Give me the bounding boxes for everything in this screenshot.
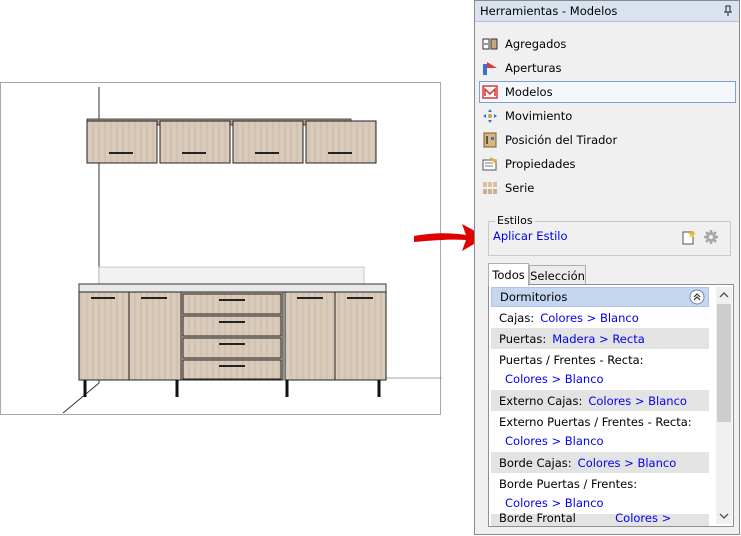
tool-label: Propiedades: [505, 157, 576, 171]
property-value-link[interactable]: Madera > Recta: [552, 332, 645, 346]
tab-seleccion[interactable]: Selección: [529, 265, 586, 285]
tool-item-aperturas[interactable]: Aperturas: [479, 57, 736, 79]
property-label: Borde Frontal Cajas:: [499, 510, 576, 527]
property-label: Borde Cajas:: [499, 455, 572, 470]
countertop: [78, 283, 387, 293]
kitchen-model-drawing: [62, 87, 442, 414]
property-value-link[interactable]: Colores > Blanco: [505, 434, 709, 448]
property-label: Puertas:: [499, 331, 547, 346]
property-label: Externo Cajas:: [499, 393, 583, 408]
property-value-link[interactable]: Colores > Blanco: [578, 456, 677, 470]
move-icon: [483, 109, 497, 123]
tool-item-posicion-tirador[interactable]: Posición del Tirador: [479, 129, 736, 151]
styles-group-legend: Estilos: [495, 214, 535, 227]
backsplash: [98, 266, 365, 285]
property-value-link[interactable]: Colores > Blanco: [505, 496, 709, 510]
property-row-externo-puertas-frentes: Externo Puertas / Frentes - Recta: Color…: [491, 411, 709, 452]
property-label: Externo Puertas / Frentes - Recta:: [499, 415, 692, 429]
property-list: Cajas: Colores > Blanco Puertas: Madera …: [491, 307, 709, 527]
tool-item-movimiento[interactable]: Movimiento: [479, 105, 736, 127]
panel-title-bar: Herramientas - Modelos: [475, 1, 739, 22]
model-viewport[interactable]: [0, 82, 442, 415]
properties-icon: [482, 157, 497, 171]
panel-title: Herramientas - Modelos: [480, 4, 618, 18]
series-icon: [483, 182, 497, 194]
collapse-chevron-icon[interactable]: [689, 289, 705, 305]
tool-label: Movimiento: [505, 109, 573, 123]
property-label: Puertas / Frentes - Recta:: [499, 353, 644, 367]
property-label: Borde Puertas / Frentes:: [499, 477, 638, 491]
gear-icon[interactable]: [703, 229, 719, 245]
tool-label: Agregados: [505, 37, 567, 51]
section-title: Dormitorios: [500, 290, 568, 304]
property-row-cajas: Cajas: Colores > Blanco: [491, 307, 709, 328]
new-style-icon[interactable]: [681, 229, 697, 245]
tab-label: Selección: [530, 268, 585, 283]
scrollbar-thumb[interactable]: [717, 304, 731, 422]
tool-item-modelos[interactable]: Modelos: [479, 81, 736, 103]
handle-position-icon: [483, 132, 497, 148]
tool-list: Agregados Aperturas Modelos Movimiento P…: [479, 33, 736, 201]
floor-line: [62, 382, 100, 414]
property-row-externo-cajas: Externo Cajas: Colores > Blanco: [491, 390, 709, 411]
property-row-borde-puertas-frentes: Borde Puertas / Frentes: Colores > Blanc…: [491, 473, 709, 514]
apply-style-link[interactable]: Aplicar Estilo: [493, 229, 568, 243]
tool-label: Posición del Tirador: [505, 133, 618, 147]
upper-cabinets: [86, 118, 377, 164]
property-row-puertas: Puertas: Madera > Recta: [491, 328, 709, 349]
aggregates-icon: [482, 38, 498, 50]
tab-content-panel: Dormitorios Cajas: Colores > Blanco Puer…: [488, 284, 734, 527]
section-header-dormitorios[interactable]: Dormitorios: [491, 287, 709, 307]
styles-group: Estilos Aplicar Estilo: [488, 214, 731, 256]
tool-item-agregados[interactable]: Agregados: [479, 33, 736, 55]
property-row-borde-cajas: Borde Cajas: Colores > Blanco: [491, 452, 709, 473]
property-row-puertas-frentes-recta: Puertas / Frentes - Recta: Colores > Bla…: [491, 349, 709, 390]
property-label: Cajas:: [499, 310, 535, 325]
openings-icon: [483, 62, 497, 75]
pin-icon[interactable]: [723, 5, 733, 17]
property-value-link[interactable]: Colores > Blanco: [588, 394, 687, 408]
property-value-link[interactable]: Colores > Blanco: [540, 311, 639, 325]
tools-panel: Herramientas - Modelos Agregados Apertur…: [474, 0, 740, 535]
tab-todos[interactable]: Todos: [488, 263, 529, 286]
lower-cabinets: [78, 291, 387, 397]
property-row-borde-frontal-cajas: Borde Frontal Cajas: Colores > Blanco: [491, 510, 709, 527]
vertical-scrollbar[interactable]: [716, 287, 732, 524]
tool-label: Aperturas: [505, 61, 562, 75]
scroll-up-arrow-icon[interactable]: [716, 287, 732, 303]
scroll-down-arrow-icon[interactable]: [716, 508, 732, 524]
tool-item-serie[interactable]: Serie: [479, 177, 736, 199]
property-value-link[interactable]: Colores > Blanco: [615, 511, 709, 527]
property-value-link[interactable]: Colores > Blanco: [505, 372, 709, 386]
tab-label: Todos: [492, 268, 525, 282]
tab-strip: Todos Selección: [488, 263, 734, 286]
tool-label: Modelos: [505, 85, 553, 99]
tool-item-propiedades[interactable]: Propiedades: [479, 153, 736, 175]
models-icon: [482, 85, 498, 99]
tool-label: Serie: [505, 181, 535, 195]
